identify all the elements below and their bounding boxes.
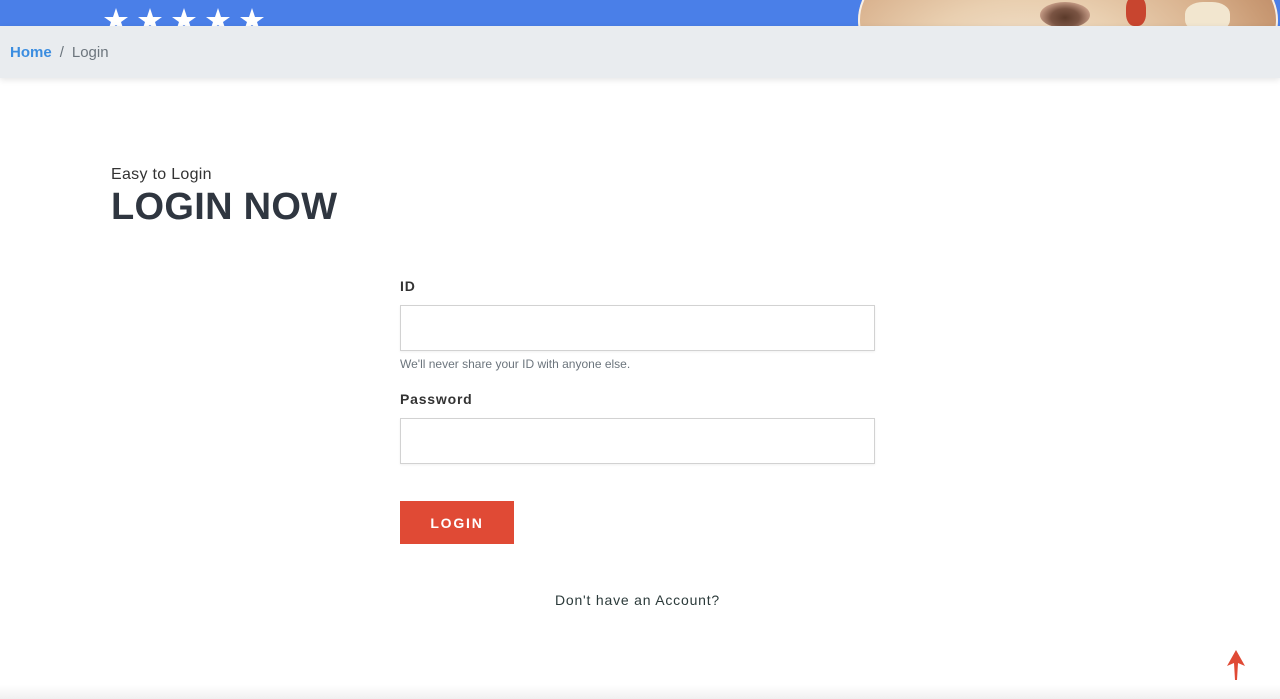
breadcrumb-current: Login	[71, 43, 109, 61]
id-label: ID	[400, 278, 416, 294]
breadcrumb-bar: Home / Login	[0, 26, 1280, 78]
stars-decoration	[104, 8, 264, 26]
signup-prompt: Don't have an Account?	[400, 592, 875, 608]
banner-photo-detail	[1126, 0, 1146, 26]
bottom-fade	[0, 685, 1280, 699]
page-title: LOGIN NOW	[111, 186, 338, 228]
password-group: Password	[400, 391, 875, 464]
login-form: ID We'll never share your ID with anyone…	[400, 278, 875, 544]
login-button[interactable]: LOGIN	[400, 501, 514, 544]
id-input[interactable]	[400, 305, 875, 351]
page: Home / Login Easy to Login LOGIN NOW ID …	[0, 0, 1280, 699]
banner-photo-detail	[1040, 2, 1090, 26]
top-banner	[0, 0, 1280, 26]
arrow-up-icon[interactable]	[1226, 650, 1246, 680]
page-subtitle: Easy to Login	[111, 166, 212, 183]
banner-photo-detail	[1185, 2, 1230, 26]
password-label: Password	[400, 391, 473, 407]
id-help-text: We'll never share your ID with anyone el…	[400, 357, 631, 371]
password-input[interactable]	[400, 418, 875, 464]
breadcrumb: Home / Login	[0, 44, 109, 61]
signup-link[interactable]: Don't have an Account?	[555, 592, 720, 608]
breadcrumb-home-link[interactable]: Home	[10, 44, 52, 61]
breadcrumb-separator: /	[59, 43, 64, 61]
